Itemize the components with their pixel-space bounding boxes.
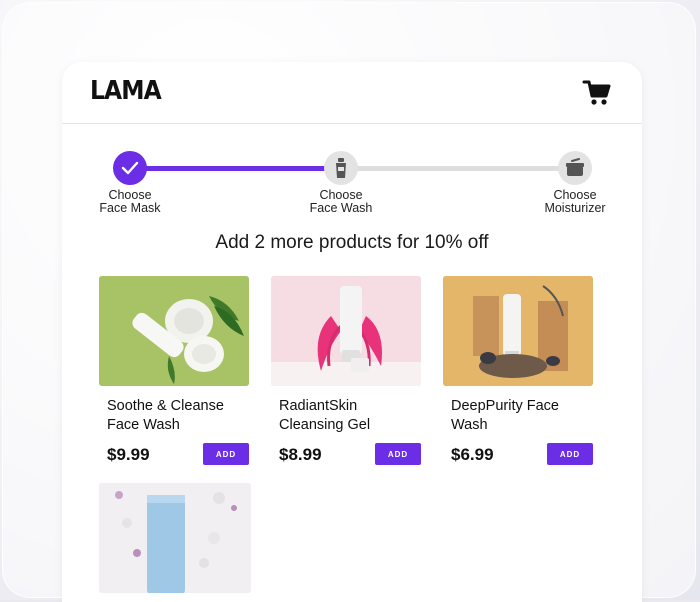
promo-message: Add 2 more products for 10% off: [215, 232, 489, 253]
add-to-cart-button[interactable]: ADD: [203, 443, 249, 465]
product-photo: [99, 276, 249, 386]
product-card[interactable]: RadiantSkin Cleansing Gel $8.99 ADD: [271, 276, 421, 469]
product-price: $9.99: [107, 445, 150, 464]
header: LAMA: [62, 62, 642, 124]
step-2-indicator[interactable]: [324, 151, 358, 185]
step-1-label: Choose Face Mask: [99, 188, 161, 215]
product-price: $6.99: [451, 445, 494, 464]
product-image[interactable]: [99, 276, 249, 386]
app-window: LAMA Choose Face Mask Choose Face Wash C…: [62, 62, 642, 602]
product-footer: $8.99 ADD: [271, 443, 421, 469]
product-image[interactable]: [443, 276, 593, 386]
product-photo: [271, 276, 421, 386]
product-footer: $9.99 ADD: [99, 443, 249, 469]
progress-fill: [130, 166, 353, 171]
product-card[interactable]: [99, 483, 251, 593]
step-3-label: Choose Moisturizer: [544, 188, 606, 215]
product-footer: $6.99 ADD: [443, 443, 593, 469]
product-name[interactable]: Soothe & Cleanse Face Wash: [107, 397, 249, 437]
check-icon: [121, 161, 139, 175]
logo[interactable]: LAMA: [90, 76, 162, 106]
shopping-cart-icon[interactable]: [582, 77, 612, 107]
product-price: $8.99: [279, 445, 322, 464]
product-image[interactable]: [271, 276, 421, 386]
tube-icon: [336, 158, 346, 178]
progress-stepper: Choose Face Mask Choose Face Wash Choose…: [62, 150, 642, 220]
product-card[interactable]: Soothe & Cleanse Face Wash $9.99 ADD: [99, 276, 249, 469]
add-to-cart-button[interactable]: ADD: [375, 443, 421, 465]
product-card[interactable]: DeepPurity Face Wash $6.99 ADD: [443, 276, 593, 469]
jar-icon: [566, 158, 584, 176]
product-name[interactable]: RadiantSkin Cleansing Gel: [279, 397, 421, 437]
step-2-label: Choose Face Wash: [309, 188, 373, 215]
product-photo: [443, 276, 593, 386]
step-3-indicator[interactable]: [558, 151, 592, 185]
product-image[interactable]: [99, 483, 251, 593]
product-photo: [99, 483, 251, 593]
step-1-indicator[interactable]: [113, 151, 147, 185]
product-name[interactable]: DeepPurity Face Wash: [451, 397, 593, 437]
add-to-cart-button[interactable]: ADD: [547, 443, 593, 465]
